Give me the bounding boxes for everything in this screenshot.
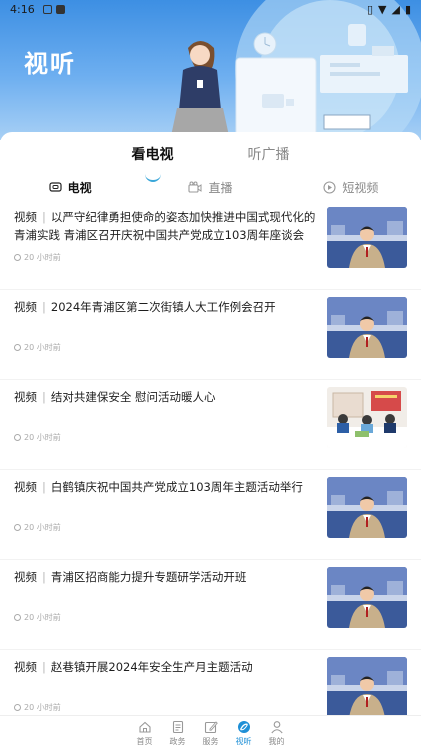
news-headline: 结对共建保安全 慰问活动暖人心	[50, 390, 216, 404]
news-thumbnail	[327, 387, 407, 448]
news-separator: |	[42, 570, 46, 584]
clock-icon	[14, 344, 21, 351]
news-title: 视频 | 白鹤镇庆祝中国共产党成立103周年主题活动举行	[14, 478, 320, 496]
edit-icon	[204, 721, 218, 734]
nav-service-label: 服务	[202, 737, 219, 746]
news-time: 20 小时前	[24, 703, 61, 712]
document-icon	[172, 720, 183, 734]
home-icon	[138, 721, 151, 733]
nav-media-label: 视听	[235, 737, 252, 746]
news-headline: 白鹤镇庆祝中国共产党成立103周年主题活动举行	[50, 480, 303, 494]
news-item[interactable]: 视频 | 白鹤镇庆祝中国共产党成立103周年主题活动举行 20 小时前	[0, 470, 421, 560]
news-time: 20 小时前	[24, 613, 61, 622]
news-thumbnail	[327, 657, 407, 718]
nav-home[interactable]: 首页	[128, 716, 161, 750]
news-meta: 20 小时前	[14, 432, 61, 443]
clock-icon	[14, 524, 21, 531]
news-meta: 20 小时前	[14, 342, 61, 353]
subtab-tv-label: 电视	[67, 180, 92, 195]
news-headline: 青浦区招商能力提升专题研学活动开班	[50, 570, 247, 584]
short-video-icon	[323, 180, 336, 194]
hero-banner: 视听	[0, 0, 421, 140]
media-icon	[237, 721, 250, 733]
news-thumbnail	[327, 207, 407, 268]
news-item[interactable]: 视频 | 青浦区招商能力提升专题研学活动开班 20 小时前	[0, 560, 421, 650]
notification-icon	[42, 4, 52, 14]
news-tag: 视频	[14, 480, 37, 494]
news-anchor-image	[327, 477, 407, 538]
nav-home-label: 首页	[136, 737, 153, 746]
news-headline: 以严守纪律勇担使命的姿态加快推进中国式现代化的青浦实践 青浦区召开庆祝中国共产党…	[14, 210, 316, 242]
news-title: 视频 | 以严守纪律勇担使命的姿态加快推进中国式现代化的青浦实践 青浦区召开庆祝中国…	[14, 208, 320, 244]
news-title: 视频 | 青浦区招商能力提升专题研学活动开班	[14, 568, 320, 586]
news-tag: 视频	[14, 570, 37, 584]
news-separator: |	[42, 390, 46, 404]
user-icon	[270, 721, 283, 734]
news-separator: |	[42, 300, 46, 314]
news-headline: 赵巷镇开展2024年安全生产月主题活动	[50, 660, 253, 674]
news-time: 20 小时前	[24, 523, 61, 532]
page-title: 视听	[24, 50, 76, 78]
news-anchor-image	[327, 657, 407, 718]
news-tag: 视频	[14, 660, 37, 674]
battery-icon: ▮	[404, 2, 411, 16]
signal-icon: ◢	[391, 2, 400, 16]
news-title: 视频 | 赵巷镇开展2024年安全生产月主题活动	[14, 658, 320, 676]
nav-profile[interactable]: 我的	[260, 716, 293, 750]
news-time: 20 小时前	[24, 253, 61, 262]
news-anchor-image	[327, 297, 407, 358]
news-tag: 视频	[14, 210, 37, 224]
news-meta: 20 小时前	[14, 612, 61, 623]
news-anchor-image	[327, 207, 407, 268]
bottom-nav: 首页 政务 服务 视听 我的	[0, 715, 421, 750]
news-time: 20 小时前	[24, 343, 61, 352]
subtab-short-video-label: 短视频	[342, 180, 379, 195]
app-notification-icon	[55, 4, 65, 14]
news-separator: |	[42, 660, 46, 674]
nav-service[interactable]: 服务	[194, 716, 227, 750]
news-thumbnail	[327, 567, 407, 628]
news-time: 20 小时前	[24, 433, 61, 442]
subtab-live-label: 直播	[208, 180, 233, 195]
clock-icon	[14, 434, 21, 441]
nav-profile-label: 我的	[268, 737, 285, 746]
tab-watch-tv[interactable]: 看电视	[132, 144, 174, 182]
news-separator: |	[42, 210, 46, 224]
clock-icon	[14, 704, 21, 711]
news-title: 视频 | 结对共建保安全 慰问活动暖人心	[14, 388, 320, 406]
news-title: 视频 | 2024年青浦区第二次街镇人大工作例会召开	[14, 298, 320, 316]
vibrate-icon: ▯	[366, 2, 373, 16]
news-item[interactable]: 视频 | 结对共建保安全 慰问活动暖人心 20 小时前	[0, 380, 421, 470]
subtab-tv[interactable]: 电视	[0, 174, 140, 200]
news-meta: 20 小时前	[14, 522, 61, 533]
news-meta: 20 小时前	[14, 252, 61, 263]
subtab-live[interactable]: 直播	[140, 174, 280, 200]
wifi-icon: ▼	[378, 2, 387, 16]
tv-icon	[49, 182, 62, 192]
news-tag: 视频	[14, 390, 37, 404]
sub-tabs: 电视 直播 短视频	[0, 174, 421, 200]
nav-government[interactable]: 政务	[161, 716, 194, 750]
news-meeting-image	[327, 387, 407, 448]
status-bar: 4:16 ▯ ▼ ◢ ▮	[0, 0, 421, 18]
news-separator: |	[42, 480, 46, 494]
news-item[interactable]: 视频 | 以严守纪律勇担使命的姿态加快推进中国式现代化的青浦实践 青浦区召开庆祝中国…	[0, 200, 421, 290]
news-anchor-image	[327, 567, 407, 628]
news-thumbnail	[327, 477, 407, 538]
subtab-short-video[interactable]: 短视频	[281, 174, 421, 200]
news-list: 视频 | 以严守纪律勇担使命的姿态加快推进中国式现代化的青浦实践 青浦区召开庆祝中国…	[0, 200, 421, 740]
nav-media[interactable]: 视听	[227, 716, 260, 750]
news-thumbnail	[327, 297, 407, 358]
clock-icon	[14, 254, 21, 261]
news-headline: 2024年青浦区第二次街镇人大工作例会召开	[50, 300, 276, 314]
tab-listen-radio[interactable]: 听广播	[248, 144, 290, 174]
news-tag: 视频	[14, 300, 37, 314]
clock-icon	[14, 614, 21, 621]
live-camera-icon	[188, 181, 202, 193]
news-item[interactable]: 视频 | 2024年青浦区第二次街镇人大工作例会召开 20 小时前	[0, 290, 421, 380]
nav-government-label: 政务	[169, 737, 186, 746]
status-time: 4:16	[10, 2, 35, 16]
news-meta: 20 小时前	[14, 702, 61, 713]
main-tabs: 看电视 听广播	[0, 132, 421, 182]
